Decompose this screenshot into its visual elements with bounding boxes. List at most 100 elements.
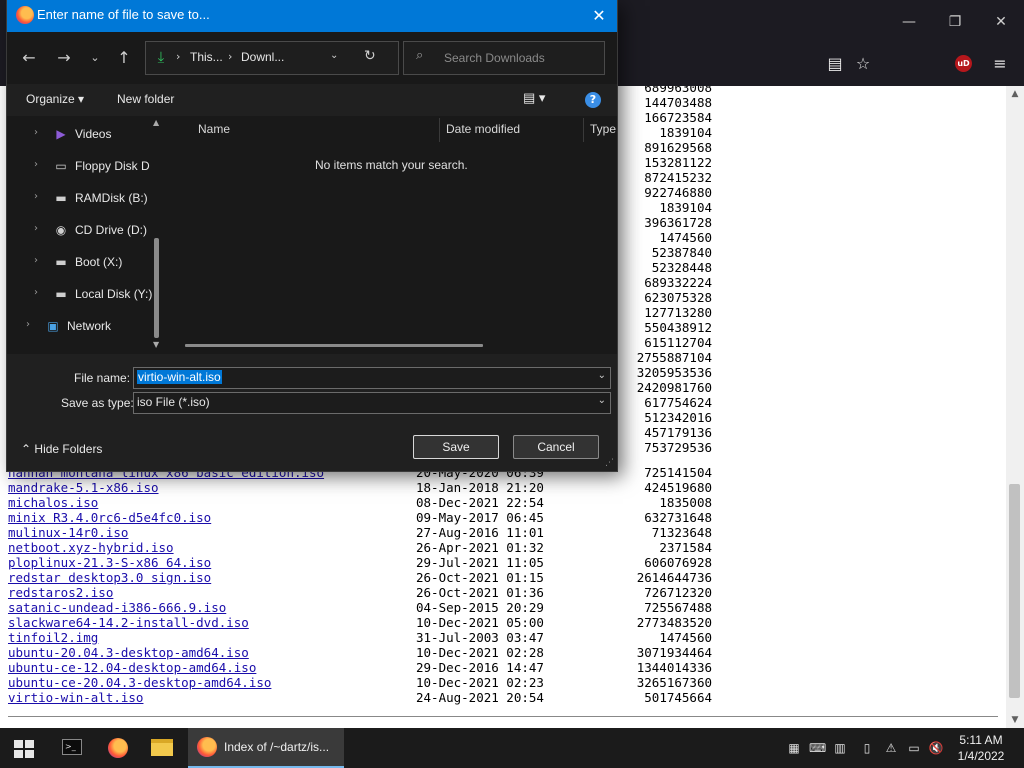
file-name-dropdown-icon[interactable]: ⌄	[598, 370, 606, 381]
bookmark-star-icon[interactable]: ☆	[852, 54, 874, 74]
cancel-button[interactable]: Cancel	[513, 435, 599, 459]
file-link[interactable]: michalos.iso	[8, 495, 98, 510]
hide-folders-button[interactable]: ⌃ Hide Folders	[21, 442, 102, 456]
file-link[interactable]: slackware64-14.2-install-dvd.iso	[8, 615, 249, 630]
organize-button[interactable]: Organize ▾	[26, 92, 84, 106]
expand-chevron-icon[interactable]: ›	[34, 287, 38, 298]
column-date-modified[interactable]: Date modified	[446, 122, 520, 136]
help-icon[interactable]: ?	[585, 92, 601, 108]
forward-arrow-icon[interactable]: →	[52, 48, 76, 68]
windows-start-icon[interactable]	[14, 740, 34, 758]
tree-item-cd-drive[interactable]: › ◉ CD Drive (D:)	[7, 219, 157, 241]
date-cell: 10-Dec-2021 05:00	[416, 615, 544, 630]
file-link[interactable]: netboot.xyz-hybrid.iso	[8, 540, 174, 555]
back-arrow-icon[interactable]: ←	[17, 48, 41, 68]
tree-item-ramdisk[interactable]: › ▬ RAMDisk (B:)	[7, 187, 157, 209]
firefox-taskbar-button[interactable]	[96, 728, 140, 768]
folder-tree: › ▶ Videos › ▭ Floppy Disk D › ▬ RAMDisk…	[7, 116, 165, 354]
close-window-button[interactable]: ✕	[978, 8, 1024, 36]
file-link[interactable]: mandrake-5.1-x86.iso	[8, 480, 159, 495]
menu-hamburger-icon[interactable]: ≡	[989, 54, 1011, 74]
file-link[interactable]: virtio-win-alt.iso	[8, 690, 143, 705]
breadcrumb-downloads[interactable]: Downl...	[241, 50, 284, 64]
system-clock[interactable]: 5:11 AM 1/4/2022	[950, 732, 1012, 764]
search-box[interactable]: ⌕ Search Downloads	[403, 41, 605, 75]
usb-icon[interactable]: ▯	[859, 740, 875, 756]
date-cell: 10-Dec-2021 02:28	[416, 645, 544, 660]
dialog-close-icon[interactable]: ✕	[587, 4, 611, 28]
security-alert-icon[interactable]: ⚠	[883, 740, 899, 756]
scroll-down-arrow-icon[interactable]: ▼	[1006, 712, 1024, 728]
terminal-taskbar-button[interactable]: >_	[50, 728, 94, 768]
file-link[interactable]: ubuntu-ce-20.04.3-desktop-amd64.iso	[8, 675, 271, 690]
save-type-dropdown-icon[interactable]: ⌄	[598, 395, 606, 406]
size-cell: 424519680	[644, 480, 712, 495]
file-link[interactable]: ubuntu-ce-12.04-desktop-amd64.iso	[8, 660, 256, 675]
size-cell: 725567488	[644, 600, 712, 615]
expand-chevron-icon[interactable]: ›	[26, 319, 30, 330]
tree-scroll-down-icon[interactable]: ▼	[153, 340, 159, 349]
file-link[interactable]: minix R3.4.0rc6-d5e4fc0.iso	[8, 510, 211, 525]
file-link[interactable]: satanic-undead-i386-666.9.iso	[8, 600, 226, 615]
scrollbar-thumb[interactable]	[1009, 484, 1020, 698]
network-icon: ▣	[47, 319, 59, 333]
file-link[interactable]: redstaros2.iso	[8, 585, 113, 600]
file-link[interactable]: mulinux-14r0.iso	[8, 525, 128, 540]
volume-muted-icon[interactable]: 🔇	[928, 740, 944, 756]
date-cell: 26-Oct-2021 01:15	[416, 570, 544, 585]
recent-locations-chevron-icon[interactable]: ⌄	[83, 48, 107, 68]
expand-chevron-icon[interactable]: ›	[34, 159, 38, 170]
save-type-select[interactable]: iso File (*.iso) ⌄	[133, 392, 611, 414]
tree-item-boot[interactable]: › ▬ Boot (X:)	[7, 251, 157, 273]
refresh-icon[interactable]: ↻	[364, 48, 376, 64]
expand-chevron-icon[interactable]: ›	[34, 255, 38, 266]
tree-item-network[interactable]: › ▣ Network	[7, 315, 157, 337]
minimize-button[interactable]: —	[886, 8, 932, 36]
address-dropdown-icon[interactable]: ⌄	[330, 50, 338, 61]
tree-scroll-up-icon[interactable]: ▲	[153, 118, 159, 127]
tree-item-local-disk[interactable]: › ▬ Local Disk (Y:)	[7, 283, 157, 305]
ublock-origin-icon[interactable]: uD	[955, 55, 972, 72]
maximize-button[interactable]: ❐	[932, 8, 978, 36]
column-separator[interactable]	[439, 118, 440, 142]
drive-icon: ▬	[55, 191, 67, 205]
monitor-icon[interactable]: ▭	[906, 740, 922, 756]
keyboard-icon[interactable]: ⌨	[809, 740, 826, 756]
save-button[interactable]: Save	[413, 435, 499, 459]
date-cell: 31-Jul-2003 03:47	[416, 630, 544, 645]
column-name[interactable]: Name	[198, 122, 230, 136]
tree-item-videos[interactable]: › ▶ Videos	[7, 123, 157, 145]
horizontal-scrollbar[interactable]	[185, 344, 483, 347]
file-name-input[interactable]: virtio-win-alt.iso ⌄	[133, 367, 611, 389]
divider	[8, 716, 998, 717]
expand-chevron-icon[interactable]: ›	[34, 127, 38, 138]
breadcrumb-this-pc[interactable]: This...	[190, 50, 223, 64]
active-window-taskbar-button[interactable]: Index of /~dartz/is...	[188, 728, 344, 768]
size-cell: 1835008	[659, 495, 712, 510]
tree-item-floppy[interactable]: › ▭ Floppy Disk D	[7, 155, 157, 177]
tree-scrollbar[interactable]: ▲ ▼	[153, 118, 161, 350]
file-link[interactable]: ploplinux-21.3-S-x86 64.iso	[8, 555, 211, 570]
up-arrow-icon[interactable]: ↑	[112, 48, 136, 68]
view-options-icon[interactable]: ▤ ▾	[523, 90, 545, 106]
clock-date: 1/4/2022	[957, 749, 1005, 763]
resize-grip-icon[interactable]: ⋰	[605, 458, 614, 468]
tree-scroll-thumb[interactable]	[154, 238, 159, 338]
column-type[interactable]: Type	[590, 122, 616, 136]
reader-view-icon[interactable]: ▤	[824, 54, 846, 74]
file-explorer-taskbar-button[interactable]	[140, 728, 184, 768]
file-link[interactable]: ubuntu-20.04.3-desktop-amd64.iso	[8, 645, 249, 660]
expand-chevron-icon[interactable]: ›	[34, 223, 38, 234]
network-status-icon[interactable]: ▦	[786, 740, 802, 756]
new-folder-button[interactable]: New folder	[117, 92, 174, 106]
color-palette-icon[interactable]: ▥	[832, 740, 848, 756]
file-link[interactable]: redstar desktop3.0 sign.iso	[8, 570, 211, 585]
scroll-up-arrow-icon[interactable]: ▲	[1006, 86, 1024, 102]
date-cell: 26-Oct-2021 01:36	[416, 585, 544, 600]
column-separator[interactable]	[583, 118, 584, 142]
expand-chevron-icon[interactable]: ›	[34, 191, 38, 202]
breadcrumb-chevron-icon: ›	[228, 50, 233, 63]
file-link[interactable]: tinfoil2.img	[8, 630, 98, 645]
address-bar[interactable]: ⤓ › This... › Downl... ⌄ ↻	[145, 41, 399, 75]
page-scrollbar[interactable]: ▲ ▼	[1006, 86, 1024, 728]
